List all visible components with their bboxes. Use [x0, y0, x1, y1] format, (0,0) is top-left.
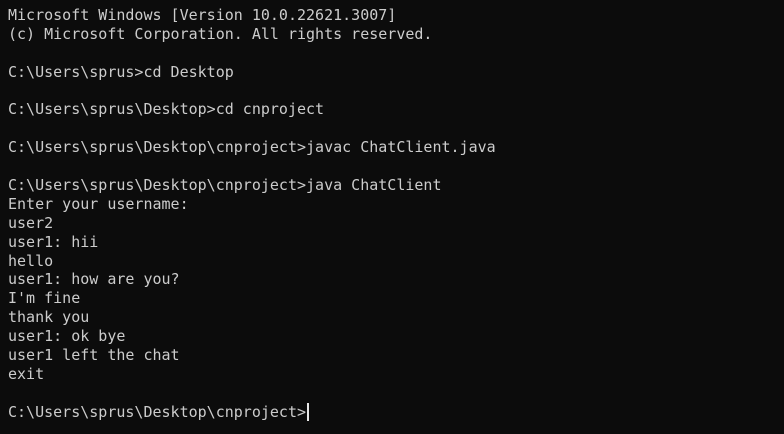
- terminal-line: Enter your username:: [8, 194, 189, 213]
- terminal-line: user1 left the chat: [8, 346, 180, 365]
- prompt-line[interactable]: C:\Users\sprus\Desktop\cnproject>: [8, 402, 784, 422]
- text-cursor: [307, 402, 309, 421]
- terminal-line: C:\Users\sprus\Desktop>cd cnproject: [8, 100, 325, 119]
- terminal-line: exit: [8, 364, 45, 383]
- terminal-line: thank you: [8, 308, 90, 327]
- terminal-line: (c) Microsoft Corporation. All rights re…: [8, 24, 433, 43]
- terminal-line: Microsoft Windows [Version 10.0.22621.30…: [8, 6, 397, 24]
- terminal-line: C:\Users\sprus\Desktop\cnproject>java Ch…: [8, 176, 442, 195]
- terminal-window[interactable]: Microsoft Windows [Version 10.0.22621.30…: [0, 0, 784, 434]
- terminal-line: user1: ok bye: [8, 327, 126, 346]
- terminal-line: user2: [8, 213, 54, 232]
- terminal-line: hello: [8, 251, 54, 270]
- terminal-line: user1: how are you?: [8, 270, 180, 289]
- terminal-line: C:\Users\sprus\Desktop\cnproject>javac C…: [8, 138, 496, 157]
- terminal-line: I'm fine: [8, 289, 81, 308]
- terminal-line: user1: hii: [8, 232, 99, 251]
- prompt-text: C:\Users\sprus\Desktop\cnproject>: [8, 402, 307, 421]
- terminal-line: C:\Users\sprus>cd Desktop: [8, 62, 234, 81]
